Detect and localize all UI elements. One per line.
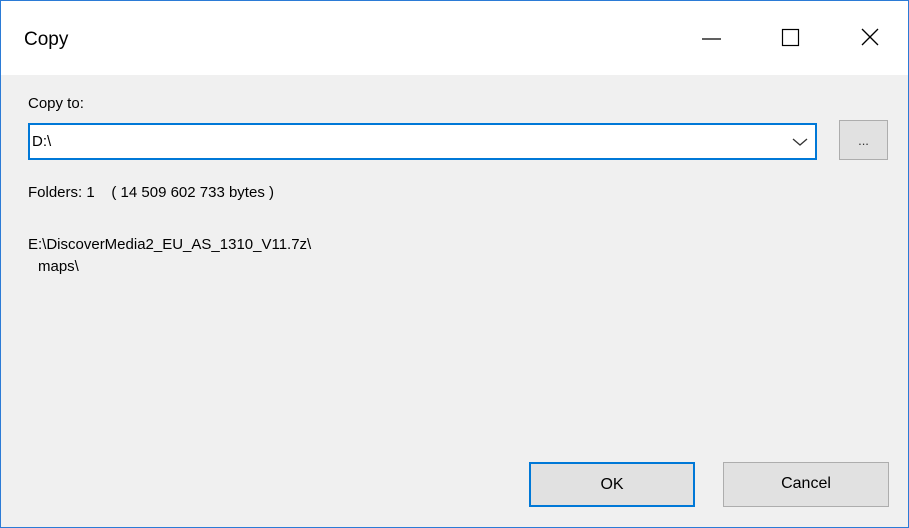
chevron-down-icon[interactable]	[791, 134, 809, 150]
close-icon	[861, 28, 879, 46]
minimize-button[interactable]	[684, 1, 748, 75]
title-bar: Copy	[1, 1, 908, 75]
cancel-button[interactable]: Cancel	[723, 462, 889, 507]
copy-dialog: Copy Copy to: ... Folders: 1 ( 14 509 60…	[0, 0, 909, 528]
maximize-icon	[781, 28, 800, 47]
ok-button[interactable]: OK	[529, 462, 695, 507]
destination-input[interactable]	[32, 129, 772, 154]
maximize-button[interactable]	[761, 1, 825, 75]
source-subfolder: maps\	[38, 258, 79, 275]
close-button[interactable]	[841, 1, 905, 75]
destination-combobox[interactable]	[28, 123, 817, 160]
folders-summary: Folders: 1 ( 14 509 602 733 bytes )	[28, 184, 274, 201]
source-path: E:\DiscoverMedia2_EU_AS_1310_V11.7z\	[28, 236, 312, 253]
window-title: Copy	[24, 29, 69, 50]
browse-button[interactable]: ...	[839, 120, 888, 160]
minimize-icon	[702, 38, 721, 40]
copy-to-label: Copy to:	[28, 95, 84, 112]
